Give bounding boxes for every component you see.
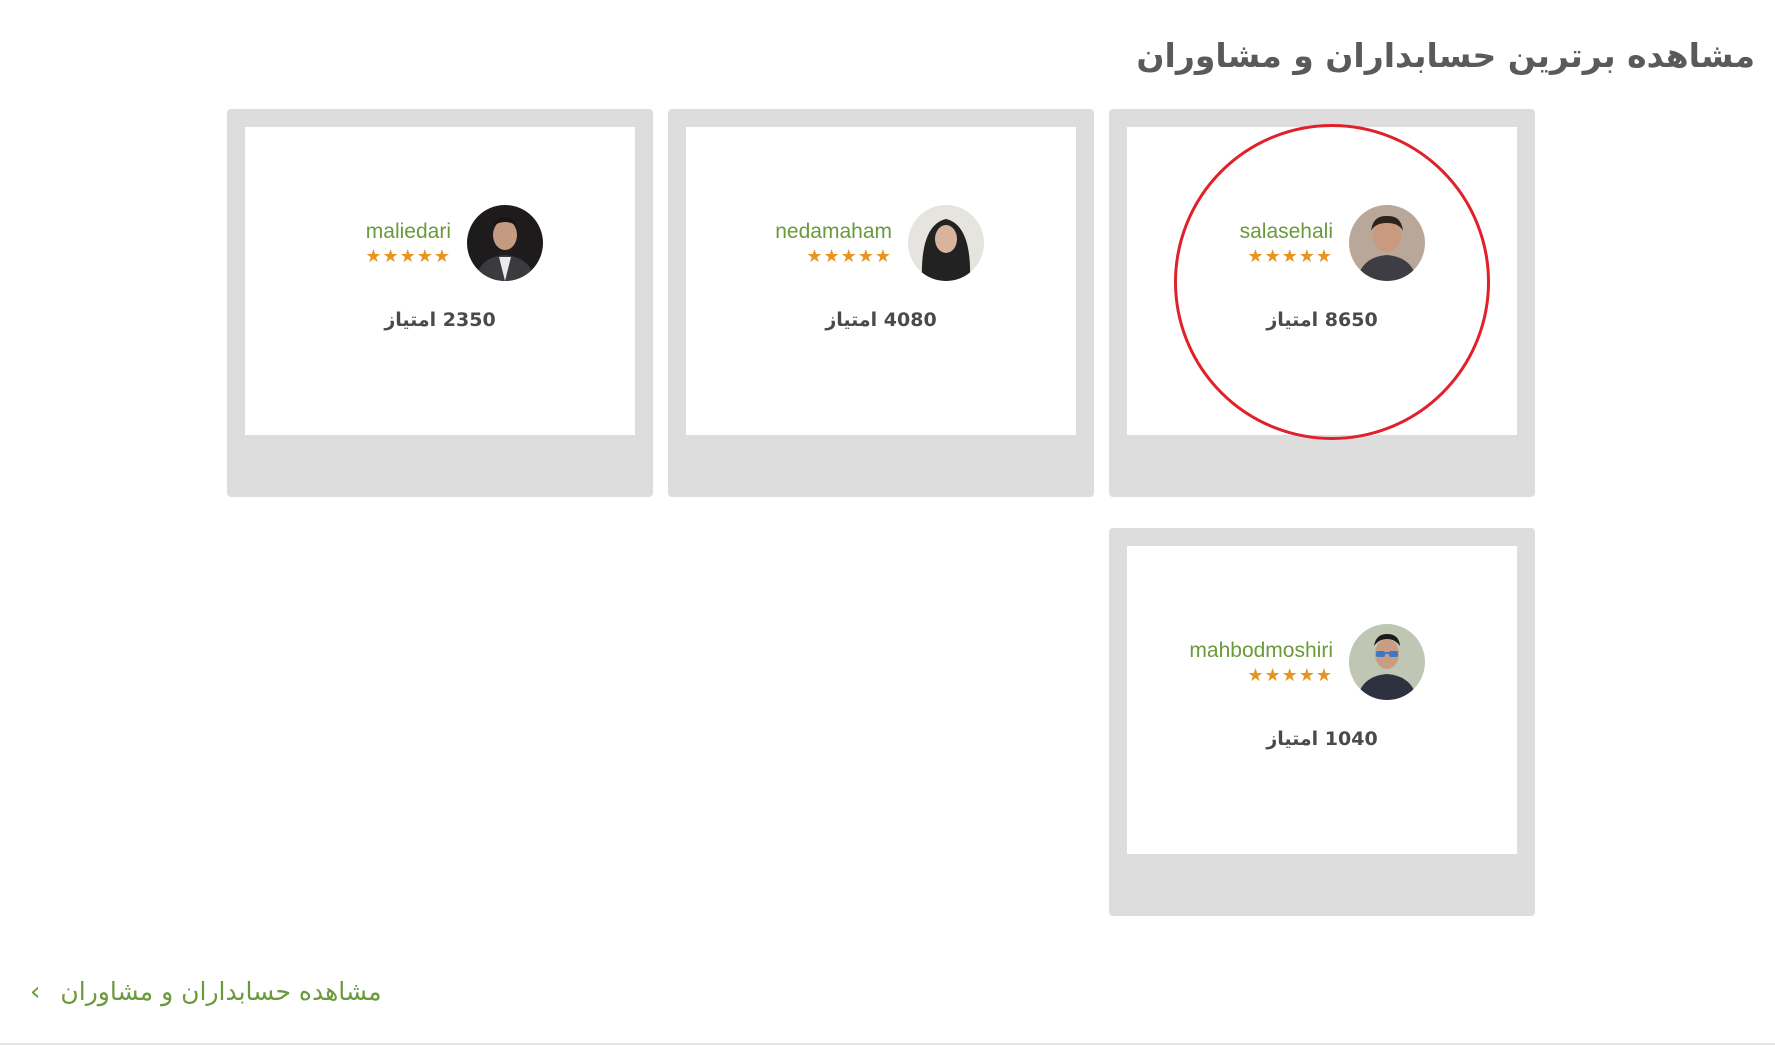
advisor-username[interactable]: nedamaham <box>775 220 892 244</box>
advisor-points: 1040 امتیاز <box>1266 728 1378 750</box>
advisor-card[interactable]: salasehali ★★★★★ 8650 امتیاز <box>1109 109 1535 497</box>
advisor-username[interactable]: salasehali <box>1240 220 1333 244</box>
star-rating-icon: ★★★★★ <box>806 246 892 267</box>
advisor-card[interactable]: mahbodmoshiri ★★★★★ 1040 امتیاز <box>1109 528 1535 916</box>
advisor-info: maliedari ★★★★★ <box>365 220 451 266</box>
advisor-card[interactable]: nedamaham ★★★★★ 4080 امتیاز <box>668 109 1094 497</box>
avatar[interactable] <box>1349 624 1425 700</box>
advisor-profile: mahbodmoshiri ★★★★★ <box>1189 624 1425 700</box>
advisor-points: 2350 امتیاز <box>384 309 496 331</box>
advisor-card-body: salasehali ★★★★★ 8650 امتیاز <box>1127 127 1517 435</box>
advisor-profile: salasehali ★★★★★ <box>1240 205 1425 281</box>
advisor-info: nedamaham ★★★★★ <box>775 220 892 266</box>
advisor-card[interactable]: maliedari ★★★★★ 2350 امتیاز <box>227 109 653 497</box>
advisor-card-body: mahbodmoshiri ★★★★★ 1040 امتیاز <box>1127 546 1517 854</box>
advisor-profile: maliedari ★★★★★ <box>365 205 543 281</box>
avatar[interactable] <box>467 205 543 281</box>
advisor-info: salasehali ★★★★★ <box>1240 220 1333 266</box>
advisor-profile: nedamaham ★★★★★ <box>775 205 984 281</box>
divider <box>0 1043 1775 1045</box>
advisor-username[interactable]: mahbodmoshiri <box>1189 639 1333 663</box>
star-rating-icon: ★★★★★ <box>1247 665 1333 686</box>
advisor-card-body: maliedari ★★★★★ 2350 امتیاز <box>245 127 635 435</box>
avatar[interactable] <box>1349 205 1425 281</box>
advisor-info: mahbodmoshiri ★★★★★ <box>1189 639 1333 685</box>
advisor-username[interactable]: maliedari <box>366 220 451 244</box>
star-rating-icon: ★★★★★ <box>365 246 451 267</box>
view-all-advisors-link[interactable]: ‹ مشاهده حسابداران و مشاوران <box>30 977 382 1006</box>
advisor-points: 8650 امتیاز <box>1266 309 1378 331</box>
chevron-left-icon: ‹ <box>30 976 41 1007</box>
star-rating-icon: ★★★★★ <box>1247 246 1333 267</box>
advisor-points: 4080 امتیاز <box>825 309 937 331</box>
avatar[interactable] <box>908 205 984 281</box>
view-all-label: مشاهده حسابداران و مشاوران <box>60 977 382 1006</box>
page: مشاهده برترین حسابداران و مشاوران salase… <box>0 0 1775 1046</box>
section-title: مشاهده برترین حسابداران و مشاوران <box>1136 36 1755 75</box>
advisor-card-body: nedamaham ★★★★★ 4080 امتیاز <box>686 127 1076 435</box>
